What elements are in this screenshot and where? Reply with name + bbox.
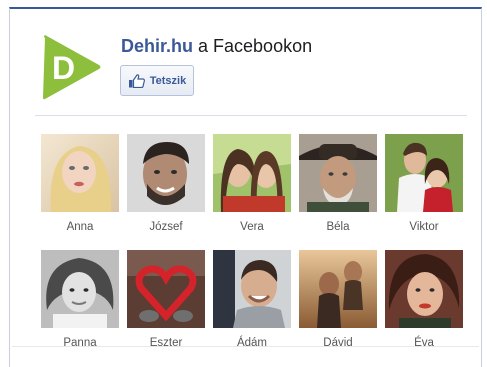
friend-name: Ádám [236,337,268,349]
friend-item[interactable]: Béla [299,134,377,233]
friend-photo [299,250,377,328]
friend-photo [299,134,377,212]
friend-photo [41,134,119,212]
friend-item[interactable]: Vera [213,134,291,233]
friend-item[interactable]: József [127,134,205,233]
friend-item[interactable]: Panna [41,250,119,349]
friend-name: Éva [414,337,434,349]
friend-grid: Anna József Vera Béla Viktor Panna Eszte… [10,9,481,367]
friend-name: Anna [66,221,94,233]
friend-name: József [149,221,183,233]
friend-photo [213,250,291,328]
friend-name: Béla [326,221,350,233]
friend-photo [127,250,205,328]
friend-item[interactable]: Dávid [299,250,377,349]
friend-item[interactable]: Ádám [213,250,291,349]
friend-item[interactable]: Anna [41,134,119,233]
friend-name: Vera [240,221,264,233]
friend-photo [385,134,463,212]
friend-item[interactable]: Viktor [385,134,463,233]
friend-name: Panna [63,337,97,349]
friend-name: Dávid [323,337,353,349]
friend-photo [213,134,291,212]
facebook-like-box: D Dehir.hu a Facebookon Tetszik Anna Józ… [9,7,482,367]
friend-name: Viktor [409,221,439,233]
friend-item[interactable]: Eszter [127,250,205,349]
friend-photo [127,134,205,212]
friend-photo [41,250,119,328]
widget-bottom-edge [12,346,479,347]
friend-photo [385,250,463,328]
friend-name: Eszter [149,337,183,349]
friend-item[interactable]: Éva [385,250,463,349]
